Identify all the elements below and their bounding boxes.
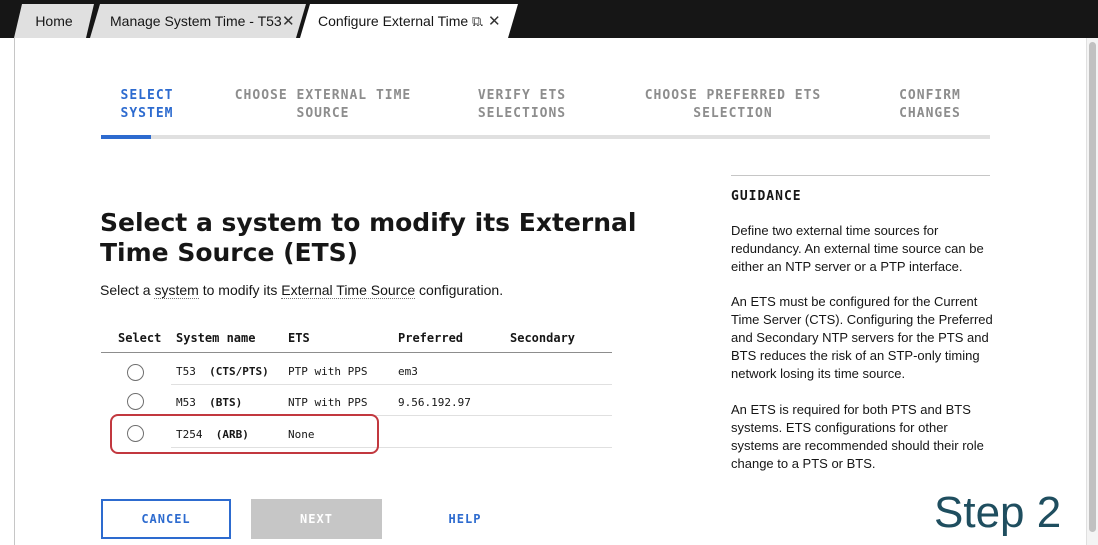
tab-home[interactable]: Home <box>14 4 94 38</box>
guidance-paragraph: An ETS must be configured for the Curren… <box>731 294 993 381</box>
help-button[interactable]: HELP <box>400 499 530 539</box>
step-confirm-changes[interactable]: CONFIRM CHANGES <box>878 87 982 123</box>
step-label: SYSTEM <box>120 106 174 121</box>
subtitle-text: configuration. <box>415 282 504 298</box>
stepper-track <box>101 135 990 139</box>
step-choose-external-time-source[interactable]: CHOOSE EXTERNAL TIME SOURCE <box>226 87 420 123</box>
guidance-title: GUIDANCE <box>731 189 802 204</box>
guidance-paragraph: Define two external time sources for red… <box>731 223 984 274</box>
subtitle-text: Select a <box>100 282 155 298</box>
system-name: M53 <box>176 396 196 409</box>
select-radio-m53[interactable] <box>127 393 144 410</box>
cancel-button[interactable]: CANCEL <box>101 499 231 539</box>
step-choose-preferred-ets-selection[interactable]: CHOOSE PREFERRED ETS SELECTION <box>636 87 830 123</box>
row-divider <box>171 384 612 385</box>
subtitle-text: to modify its <box>198 282 282 298</box>
tab-manage-label: Manage System Time - T53 <box>110 13 282 29</box>
tab-configure-label: Configure External Time ... <box>318 13 484 29</box>
stepper-progress <box>101 135 151 139</box>
column-header-select: Select <box>118 331 162 345</box>
step-label: SELECTIONS <box>477 106 567 121</box>
table-row-system-name: T53 (CTS/PTS) <box>176 365 269 378</box>
column-header-ets: ETS <box>288 331 310 345</box>
table-row-system-name: M53 (BTS) <box>176 396 242 409</box>
step-label: SELECT <box>120 88 174 103</box>
page-subtitle: Select a system to modify its External T… <box>100 282 504 299</box>
table-cell-preferred: em3 <box>398 365 418 378</box>
system-role: (BTS) <box>209 396 243 409</box>
guidance-paragraph: An ETS is required for both PTS and BTS … <box>731 402 984 471</box>
scrollbar[interactable] <box>1086 38 1098 545</box>
step-annotation: Step 2 <box>934 488 1062 537</box>
guidance-divider <box>731 175 990 176</box>
column-header-secondary: Secondary <box>510 331 576 345</box>
select-radio-t53[interactable] <box>127 364 144 381</box>
step-label: VERIFY ETS <box>477 88 567 103</box>
step-select-system[interactable]: SELECT SYSTEM <box>104 87 190 123</box>
step-label: CHOOSE PREFERRED ETS <box>644 88 822 103</box>
table-cell-ets: NTP with PPS <box>288 396 368 409</box>
step-verify-ets-selections[interactable]: VERIFY ETS SELECTIONS <box>458 87 586 123</box>
system-term-link[interactable]: system <box>154 282 199 299</box>
step-label: SELECTION <box>693 106 773 121</box>
step-label: SOURCE <box>296 106 350 121</box>
next-button[interactable]: NEXT <box>251 499 382 539</box>
popout-icon[interactable]: ⧉ <box>472 13 481 29</box>
tab-home-label: Home <box>35 13 73 29</box>
step-label: CONFIRM <box>899 88 961 103</box>
tab-manage-system-time[interactable]: Manage System Time - T53 ✕ <box>90 4 306 38</box>
close-icon[interactable]: ✕ <box>488 12 501 30</box>
step-label: CHANGES <box>899 106 961 121</box>
page-title: Select a system to modify its External T… <box>100 208 637 267</box>
table-cell-preferred: 9.56.192.97 <box>398 396 471 409</box>
tab-bar: Home Manage System Time - T53 ✕ Configur… <box>0 0 1098 38</box>
scrollbar-thumb[interactable] <box>1089 42 1096 532</box>
step-label: CHOOSE EXTERNAL TIME <box>234 88 412 103</box>
tab-configure-external-time[interactable]: Configure External Time ... ⧉ ✕ <box>300 4 518 38</box>
close-icon[interactable]: ✕ <box>282 12 295 30</box>
column-header-system-name: System name <box>176 331 256 345</box>
column-header-preferred: Preferred <box>398 331 464 345</box>
table-header-divider <box>101 352 612 353</box>
table-cell-ets: PTP with PPS <box>288 365 368 378</box>
ets-term-link[interactable]: External Time Source <box>281 282 416 299</box>
system-name: T53 <box>176 365 196 378</box>
annotation-highlight-box <box>110 414 379 454</box>
system-role: (CTS/PTS) <box>209 365 269 378</box>
